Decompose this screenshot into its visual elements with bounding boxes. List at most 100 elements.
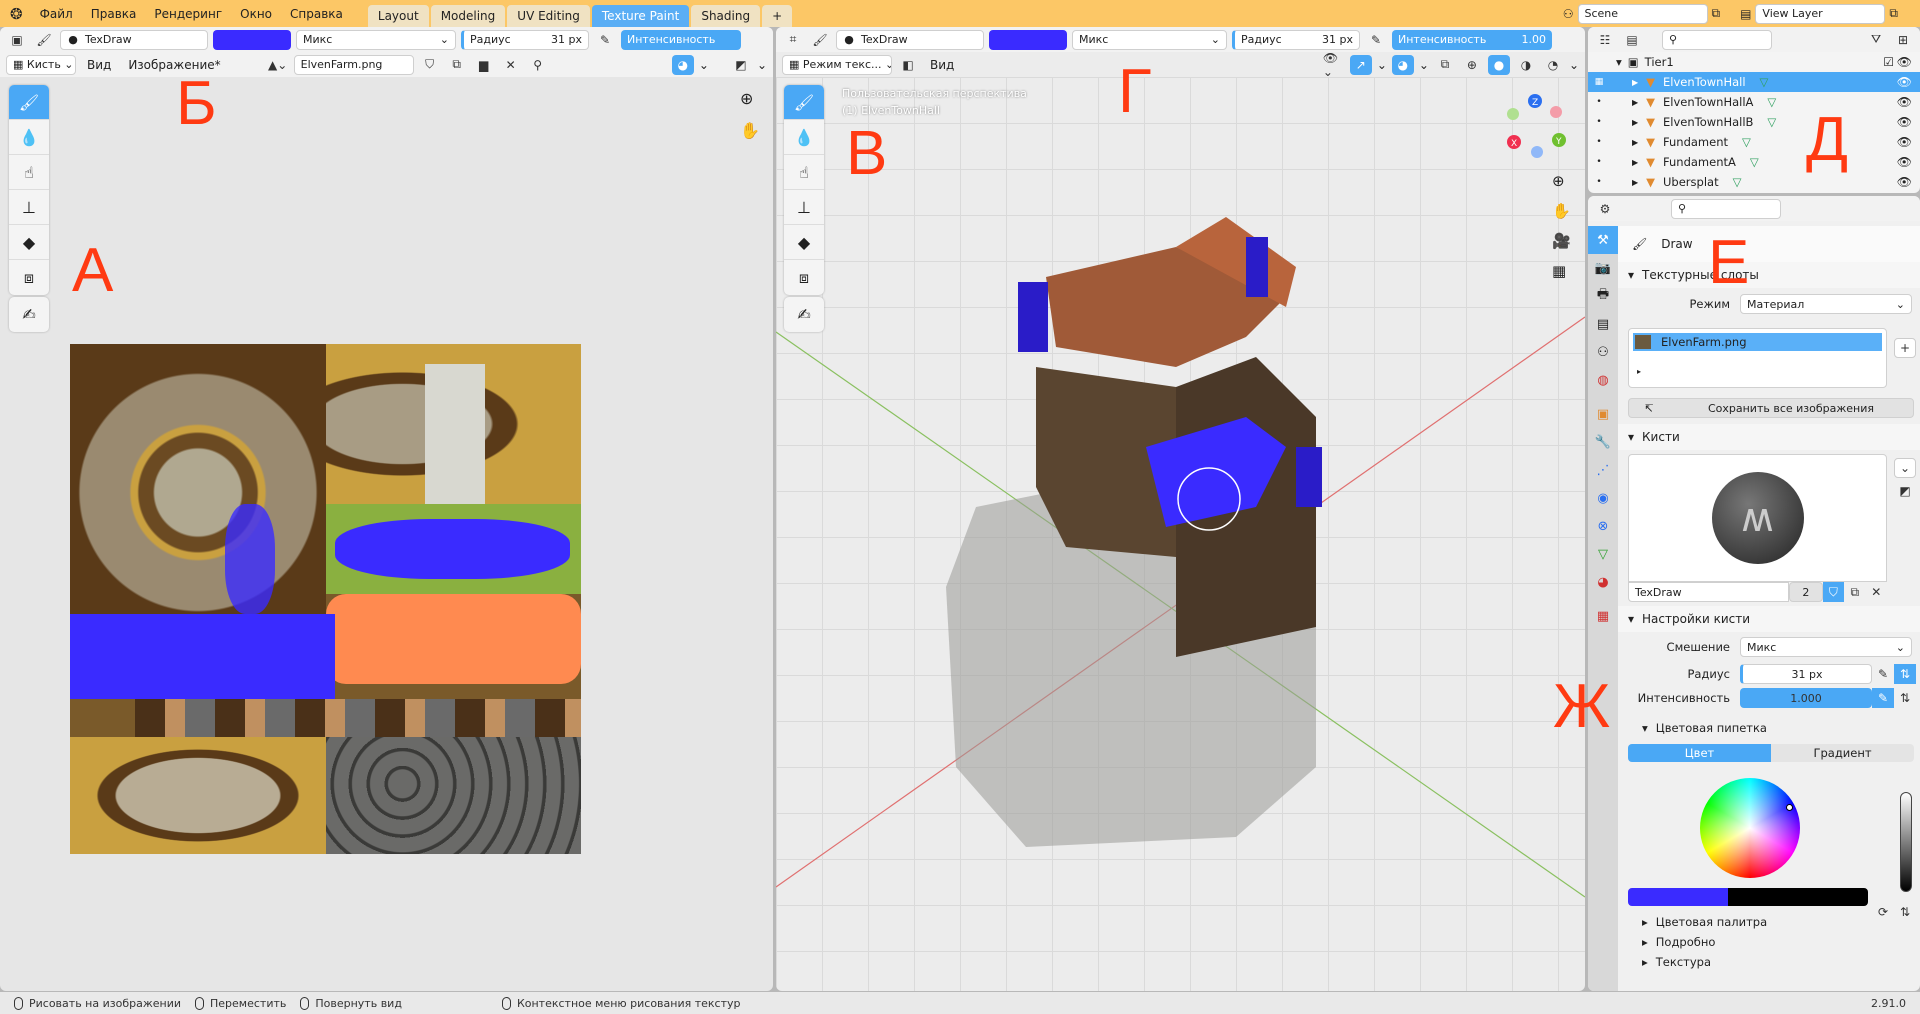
expand-icon[interactable]: ▶: [1632, 78, 1638, 87]
eye-icon[interactable]: 👁: [1897, 115, 1912, 129]
scene-selector[interactable]: Scene: [1577, 3, 1708, 24]
editor-type-icon[interactable]: ▣: [6, 30, 28, 50]
world-tab-icon[interactable]: ◍: [1588, 366, 1618, 394]
save-all-images-button[interactable]: ↸ Сохранить все изображения: [1628, 398, 1914, 418]
annotate-tool-icon[interactable]: ✍: [784, 297, 824, 332]
duplicate-brush-icon[interactable]: ⧉: [1844, 582, 1865, 602]
eye-icon[interactable]: 👁: [1897, 55, 1912, 69]
brush-selector[interactable]: ● TexDraw: [836, 29, 984, 50]
mode-select[interactable]: ▦ Кисть ⌄: [6, 54, 76, 75]
outliner-item[interactable]: • ▶ ▼ Fundament ▽ 👁: [1588, 132, 1920, 152]
xray-icon[interactable]: ⧉: [1434, 55, 1456, 75]
material-tab-icon[interactable]: ◕: [1588, 568, 1618, 596]
value-slider[interactable]: [1900, 792, 1912, 892]
new-collection-icon[interactable]: ⊞: [1892, 30, 1914, 50]
view-layer-icon[interactable]: ▤: [1740, 7, 1751, 21]
clone-tool-icon[interactable]: ⊥: [9, 190, 49, 225]
outliner-item[interactable]: • ▶ ▼ ElvenTownHallB ▽ 👁: [1588, 112, 1920, 132]
soften-tool-icon[interactable]: 💧: [9, 120, 49, 155]
image-browse-icon[interactable]: ▲⌄: [267, 55, 289, 75]
overlay-toggle-icon[interactable]: ◕: [1391, 54, 1414, 75]
display-mode-icon[interactable]: ☷: [1594, 30, 1616, 50]
uv-sync-icon[interactable]: ◕: [671, 54, 694, 75]
swap-colors-icon[interactable]: ⟳: [1872, 902, 1894, 922]
render-tab-icon[interactable]: 📷: [1588, 254, 1618, 282]
zoom-view-icon[interactable]: ⊕: [740, 89, 753, 108]
properties-search-input[interactable]: ⚲: [1671, 198, 1781, 219]
filter-icon[interactable]: ⛛: [1865, 30, 1887, 50]
eye-icon[interactable]: 👁: [1897, 95, 1912, 109]
tab-layout[interactable]: Layout: [367, 5, 429, 27]
color-wheel[interactable]: [1700, 778, 1800, 878]
panel-brushes[interactable]: ▾ Кисти: [1618, 424, 1920, 450]
scene-tab-icon[interactable]: ⚇: [1588, 338, 1618, 366]
expand-icon[interactable]: ▶: [1632, 178, 1638, 187]
menu-render[interactable]: Рендеринг: [145, 7, 231, 21]
menu-view[interactable]: Вид: [81, 58, 117, 72]
tab-modeling[interactable]: Modeling: [430, 5, 506, 27]
panel-texture-slots[interactable]: ▾ Текстурные слоты: [1618, 262, 1920, 288]
outliner-item[interactable]: • ▶ ▼ FundamentA ▽ 👁: [1588, 152, 1920, 172]
primary-color-swatch[interactable]: [1628, 888, 1728, 906]
outliner-item[interactable]: • ▶ ▼ Ubersplat ▽ 👁: [1588, 172, 1920, 192]
texture-slot-item[interactable]: ElvenFarm.png: [1633, 333, 1882, 351]
outliner-item[interactable]: ▦ ▶ ▼ ElvenTownHall ▽ 👁: [1588, 72, 1920, 92]
clone-tool-icon[interactable]: ⊥: [784, 190, 824, 225]
copy-view-layer-icon[interactable]: ⧉: [1889, 6, 1898, 21]
expand-icon[interactable]: ▶: [1632, 138, 1638, 147]
panel-color-picker[interactable]: ▾ Цветовая пипетка: [1618, 716, 1920, 740]
panel-advanced[interactable]: ▸ Подробно: [1618, 932, 1920, 952]
fill-tool-icon[interactable]: ◆: [9, 225, 49, 260]
scene-icon[interactable]: ⚇: [1563, 7, 1574, 21]
menu-edit[interactable]: Правка: [82, 7, 146, 21]
brush-color-swatch[interactable]: [989, 29, 1067, 50]
color-wheel-cursor[interactable]: [1786, 804, 1793, 811]
smear-tool-icon[interactable]: ☝: [784, 155, 824, 190]
blend-mode-select[interactable]: Микс ⌄: [296, 29, 456, 50]
object-tab-icon[interactable]: ▣: [1588, 400, 1618, 428]
fill-tool-icon[interactable]: ◆: [784, 225, 824, 260]
menu-window[interactable]: Окно: [231, 7, 281, 21]
tab-gradient[interactable]: Градиент: [1771, 744, 1914, 762]
outliner-search-input[interactable]: ⚲: [1662, 29, 1772, 50]
brush-selector[interactable]: ● TexDraw: [60, 29, 208, 50]
add-slot-button[interactable]: +: [1894, 338, 1916, 358]
secondary-color-swatch[interactable]: [1728, 888, 1868, 906]
eye-icon[interactable]: 👁: [1897, 135, 1912, 149]
checkbox-icon[interactable]: ☑: [1883, 55, 1894, 69]
strength-slider[interactable]: Интенсивность: [621, 29, 741, 50]
editor-type-icon[interactable]: ⌗: [782, 30, 804, 50]
pressure-icon[interactable]: ✎: [1872, 664, 1894, 684]
soften-tool-icon[interactable]: 💧: [784, 120, 824, 155]
ortho-grid-icon[interactable]: ▦: [1552, 262, 1566, 280]
view-layer-filter-icon[interactable]: ▤: [1621, 30, 1643, 50]
shading-material-icon[interactable]: ◑: [1515, 55, 1537, 75]
tab-shading[interactable]: Shading: [691, 5, 761, 27]
strength-slider[interactable]: Интенсивность 1.00: [1392, 29, 1552, 50]
tab-uv-editing[interactable]: UV Editing: [507, 5, 590, 27]
zoom-icon[interactable]: ⊕: [1552, 172, 1565, 190]
menu-view[interactable]: Вид: [924, 58, 960, 72]
brush-name-field[interactable]: TexDraw: [1628, 582, 1790, 602]
view-layer-selector[interactable]: View Layer: [1755, 3, 1886, 24]
brush-preview[interactable]: ʍ: [1628, 454, 1887, 582]
fake-user-shield-icon[interactable]: ⛉: [419, 55, 441, 75]
expand-icon[interactable]: ▸: [1637, 367, 1641, 376]
mask-toggle-icon[interactable]: ◧: [897, 55, 919, 75]
tab-texture-paint[interactable]: Texture Paint: [591, 5, 690, 27]
pressure-icon[interactable]: ✎: [1365, 30, 1387, 50]
open-folder-icon[interactable]: ▆: [473, 55, 495, 75]
pin-icon[interactable]: ⚲: [527, 55, 549, 75]
brush-image-icon[interactable]: ◩: [1894, 481, 1916, 501]
expand-icon[interactable]: ▶: [1632, 158, 1638, 167]
modifier-tab-icon[interactable]: 🔧: [1588, 428, 1618, 456]
blend-select[interactable]: Микс ⌄: [1740, 637, 1912, 657]
unlink-brush-icon[interactable]: ✕: [1866, 582, 1887, 602]
collection-row[interactable]: ▾ ▣ Tier1 ☑ 👁: [1588, 52, 1920, 72]
pressure-icon[interactable]: ✎: [1872, 688, 1894, 708]
outliner-item[interactable]: • ▶ ▼ ElvenTownHallA ▽ 👁: [1588, 92, 1920, 112]
eye-icon[interactable]: 👁: [1897, 175, 1912, 189]
blend-mode-select[interactable]: Микс ⌄: [1072, 29, 1227, 50]
expand-icon[interactable]: ▶: [1632, 118, 1638, 127]
constraints-tab-icon[interactable]: ⊗: [1588, 512, 1618, 540]
